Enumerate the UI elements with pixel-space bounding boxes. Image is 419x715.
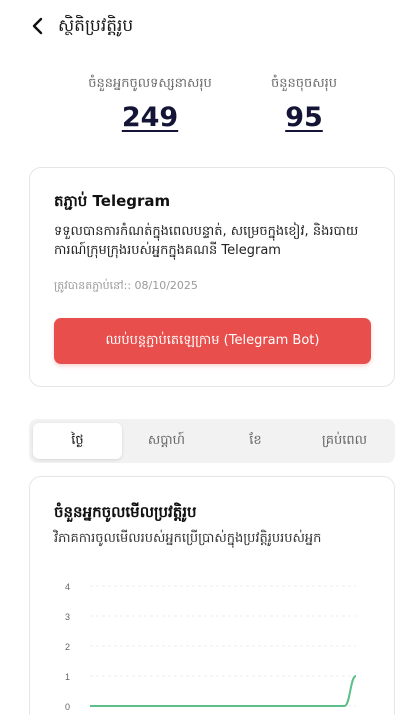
total-clicks-value[interactable]: 95	[250, 98, 358, 138]
total-visitors-value[interactable]: 249	[78, 98, 222, 138]
tab-week[interactable]: សប្តាហ៍	[122, 423, 211, 459]
total-visitors-stat: ចំនួនអ្នកចូលទស្សនាសរុប 249	[78, 74, 222, 138]
header-bar: ស្ថិតិប្រវត្តិរូប	[0, 0, 419, 54]
y-tick-label: 4	[65, 582, 70, 592]
profile-views-chart-card: ចំនួនអ្នកចូលមើលប្រវត្តិរូប វិភាគការចូលមើ…	[29, 476, 395, 715]
total-clicks-stat: ចំនួនចុចសរុប 95	[250, 74, 358, 138]
y-tick-label: 3	[65, 612, 70, 622]
telegram-card: តភ្ជាប់ Telegram ទទួលបានការកំណត់ក្នុងពេល…	[29, 167, 395, 387]
total-visitors-label: ចំនួនអ្នកចូលទស្សនាសរុប	[88, 76, 212, 91]
back-button[interactable]	[26, 14, 50, 38]
y-tick-label: 1	[65, 672, 70, 682]
chevron-left-icon	[32, 17, 43, 35]
tab-month[interactable]: ខែ	[211, 423, 300, 459]
total-clicks-label: ចំនួនចុចសរុប	[270, 76, 337, 91]
telegram-title: តភ្ជាប់ Telegram	[54, 192, 171, 210]
profile-views-chart: 4 3 2 1 0	[65, 582, 357, 712]
y-tick-label: 2	[65, 642, 70, 652]
disconnect-telegram-button[interactable]: ឈប់បន្តភ្ជាប់តេឡេក្រាម (Telegram Bot)	[54, 318, 371, 364]
stats-summary: ចំនួនអ្នកចូលទស្សនាសរុប 249 ចំនួនចុចសរុប …	[0, 74, 419, 144]
telegram-description: ទទួលបានការកំណត់ក្នុងពេលបន្ទាត់, សម្រេចក្…	[54, 224, 359, 258]
telegram-connected-date: ត្រូវបានតភ្ជាប់នៅ:: 08/10/2025	[54, 279, 198, 292]
tab-day[interactable]: ថ្ងៃ	[33, 423, 122, 459]
period-tabs: ថ្ងៃ សប្តាហ៍ ខែ គ្រប់ពេល	[29, 419, 395, 463]
tab-all-time[interactable]: គ្រប់ពេល	[300, 423, 389, 459]
views-series-line	[89, 675, 357, 707]
y-tick-label: 0	[65, 702, 70, 712]
page-title: ស្ថិតិប្រវត្តិរូប	[58, 16, 134, 36]
